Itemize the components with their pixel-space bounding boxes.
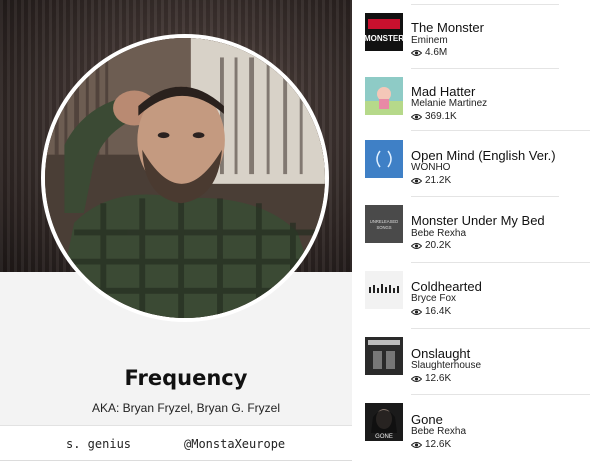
song-artist: Melanie Martinez (411, 98, 488, 109)
view-count: 16.4K (425, 306, 452, 317)
genius-link[interactable]: s. genius (66, 437, 131, 451)
song-title: The Monster (411, 20, 484, 35)
divider (0, 460, 352, 461)
svg-text:GONE: GONE (375, 434, 393, 440)
artist-avatar (41, 34, 329, 322)
song-views: 21.2K (411, 175, 451, 186)
song-artist: Bebe Rexha (411, 426, 467, 437)
view-count: 12.6K (425, 439, 452, 450)
eye-icon (411, 375, 422, 383)
album-cover: UNRELEASED SONGS (365, 205, 403, 243)
eye-icon (411, 242, 422, 250)
song-views: 369.1K (411, 111, 457, 122)
song-title: Open Mind (English Ver.) (411, 148, 556, 163)
song-title: Gone (411, 412, 443, 427)
album-cover (365, 77, 403, 115)
song-artist: Bebe Rexha (411, 228, 467, 239)
social-links: s. genius @MonstaXeurope (0, 425, 352, 463)
song-item[interactable]: Onslaught Slaughterhouse 12.6K (362, 328, 590, 396)
svg-text:UNRELEASED: UNRELEASED (370, 219, 398, 224)
song-views: 4.6M (411, 47, 447, 58)
svg-text:MONSTER: MONSTER (365, 34, 403, 43)
song-artist: Bryce Fox (411, 293, 457, 304)
song-title: Coldhearted (411, 279, 482, 294)
instagram-link[interactable]: @MonstaXeurope (184, 437, 285, 451)
artist-name: Frequency (124, 366, 248, 390)
album-cover: MONSTER (365, 13, 403, 51)
song-title: Monster Under My Bed (411, 213, 545, 228)
song-views: 16.4K (411, 306, 451, 317)
song-views: 12.6K (411, 373, 451, 384)
song-artist: Eminem (411, 35, 448, 46)
song-item[interactable]: MONSTER The Monster Eminem 4.6M (362, 0, 590, 66)
song-artist: WONHO (411, 162, 451, 173)
album-cover (365, 140, 403, 178)
view-count: 369.1K (425, 111, 457, 122)
view-count: 20.2K (425, 240, 452, 251)
song-list: MONSTER The Monster Eminem 4.6M Mad Hatt… (362, 0, 590, 463)
eye-icon (411, 113, 422, 121)
view-count: 12.6K (425, 373, 452, 384)
svg-text:SONGS: SONGS (376, 225, 391, 230)
song-title: Onslaught (411, 346, 471, 361)
eye-icon (411, 308, 422, 316)
song-views: 12.6K (411, 439, 451, 450)
album-cover (365, 271, 403, 309)
song-views: 20.2K (411, 240, 451, 251)
song-item[interactable]: Coldhearted Bryce Fox 16.4K (362, 262, 590, 330)
album-cover (365, 337, 403, 375)
song-item[interactable]: Mad Hatter Melanie Martinez 369.1K (362, 66, 590, 132)
eye-icon (411, 441, 422, 449)
eye-icon (411, 49, 422, 57)
eye-icon (411, 177, 422, 185)
view-count: 4.6M (425, 47, 448, 58)
song-item[interactable]: UNRELEASED SONGS Monster Under My Bed Be… (362, 196, 590, 264)
song-item[interactable]: GONE Gone Bebe Rexha 12.6K (362, 394, 590, 462)
view-count: 21.2K (425, 175, 452, 186)
song-title: Mad Hatter (411, 84, 476, 99)
artist-aka: AKA: Bryan Fryzel, Bryan G. Fryzel (91, 401, 281, 415)
album-cover: GONE (365, 403, 403, 441)
artist-profile-card: Frequency AKA: Bryan Fryzel, Bryan G. Fr… (0, 0, 352, 463)
song-item[interactable]: Open Mind (English Ver.) WONHO 21.2K (362, 130, 590, 198)
song-artist: Slaughterhouse (411, 360, 482, 371)
